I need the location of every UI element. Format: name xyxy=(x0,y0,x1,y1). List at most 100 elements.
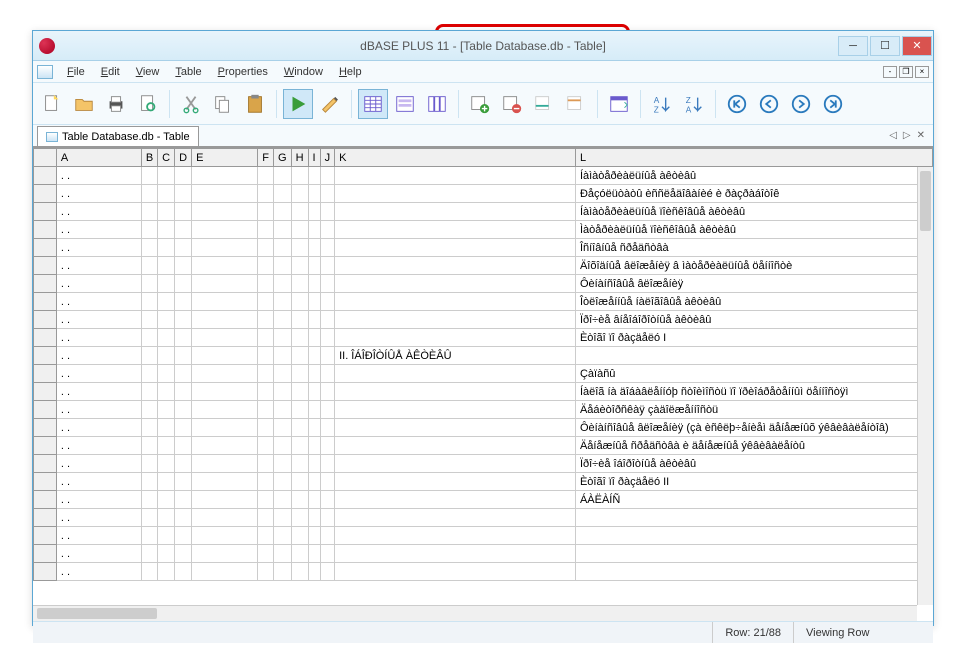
cell[interactable] xyxy=(258,455,274,473)
cell[interactable] xyxy=(258,419,274,437)
table-row[interactable]: . .Ïðî÷èå âíåîáîðîòíûå àêòèâû xyxy=(34,311,933,329)
cell[interactable] xyxy=(158,365,175,383)
row-header[interactable] xyxy=(34,491,57,509)
cell[interactable]: . . xyxy=(56,293,141,311)
form-view-button[interactable] xyxy=(390,89,420,119)
row-header[interactable] xyxy=(34,185,57,203)
cell[interactable] xyxy=(291,509,308,527)
cell[interactable]: Îòëîæåííûå íàëîãîâûå àêòèâû xyxy=(575,293,932,311)
cell[interactable] xyxy=(274,311,292,329)
cell[interactable] xyxy=(308,239,320,257)
cell[interactable] xyxy=(192,293,258,311)
cell[interactable] xyxy=(175,455,192,473)
column-header-g[interactable]: G xyxy=(274,149,292,167)
cell[interactable] xyxy=(175,365,192,383)
cell[interactable] xyxy=(158,455,175,473)
row-header[interactable] xyxy=(34,527,57,545)
cell[interactable] xyxy=(308,329,320,347)
cell[interactable] xyxy=(258,221,274,239)
delete-record-button[interactable] xyxy=(497,89,527,119)
cell[interactable] xyxy=(192,545,258,563)
cell[interactable] xyxy=(320,509,335,527)
cell[interactable] xyxy=(141,167,157,185)
cell[interactable] xyxy=(308,419,320,437)
cell[interactable]: II. ÎÁÎÐÎÒÍÛÅ ÀÊÒÈÂÛ xyxy=(335,347,576,365)
menu-properties[interactable]: Properties xyxy=(210,64,276,80)
table-row[interactable]: . .Îñíîâíûå ñðåäñòâà xyxy=(34,239,933,257)
table-row[interactable]: . . xyxy=(34,527,933,545)
cell[interactable]: Èòîãî ïî ðàçäåëó II xyxy=(575,473,932,491)
cell[interactable] xyxy=(335,383,576,401)
cell[interactable]: . . xyxy=(56,185,141,203)
cell[interactable] xyxy=(274,365,292,383)
nav-first-button[interactable] xyxy=(722,89,752,119)
cell[interactable] xyxy=(291,185,308,203)
cell[interactable] xyxy=(141,311,157,329)
cell[interactable]: . . xyxy=(56,347,141,365)
cell[interactable] xyxy=(320,311,335,329)
row-header[interactable] xyxy=(34,401,57,419)
cell[interactable]: Çàïàñû xyxy=(575,365,932,383)
cell[interactable]: . . xyxy=(56,509,141,527)
menu-file[interactable]: File xyxy=(59,64,93,80)
cell[interactable] xyxy=(335,401,576,419)
sort-asc-button[interactable]: AZ xyxy=(647,89,677,119)
cell[interactable] xyxy=(320,419,335,437)
cell[interactable] xyxy=(335,545,576,563)
cell[interactable] xyxy=(141,221,157,239)
cell[interactable]: . . xyxy=(56,257,141,275)
cell[interactable]: Äåíåæíûå ñðåäñòâà è äåíåæíûå ýêâèâàëåíòû xyxy=(575,437,932,455)
cell[interactable] xyxy=(308,563,320,581)
table-row[interactable]: . .Äîõîäíûå âëîæåíèÿ â ìàòåðèàëüíûå öåíí… xyxy=(34,257,933,275)
cell[interactable] xyxy=(175,329,192,347)
row-header[interactable] xyxy=(34,257,57,275)
print-button[interactable] xyxy=(101,89,131,119)
cell[interactable] xyxy=(291,563,308,581)
cell[interactable] xyxy=(258,203,274,221)
cell[interactable]: . . xyxy=(56,455,141,473)
cell[interactable] xyxy=(335,275,576,293)
cell[interactable] xyxy=(335,203,576,221)
cell[interactable] xyxy=(175,383,192,401)
minimize-button[interactable]: ─ xyxy=(838,36,868,56)
cell[interactable] xyxy=(308,545,320,563)
table-row[interactable]: . . xyxy=(34,545,933,563)
cell[interactable] xyxy=(192,311,258,329)
cell[interactable] xyxy=(258,167,274,185)
cell[interactable] xyxy=(175,257,192,275)
cell[interactable] xyxy=(320,365,335,383)
cell[interactable] xyxy=(141,275,157,293)
table-row[interactable]: . . II. ÎÁÎÐÎÒÍÛÅ ÀÊÒÈÂÛ xyxy=(34,347,933,365)
cell[interactable] xyxy=(335,365,576,383)
cell[interactable] xyxy=(175,167,192,185)
cell[interactable] xyxy=(192,527,258,545)
cell[interactable]: Ôèíàíñîâûå âëîæåíèÿ xyxy=(575,275,932,293)
cell[interactable] xyxy=(158,527,175,545)
cell[interactable] xyxy=(274,221,292,239)
cell[interactable]: . . xyxy=(56,239,141,257)
cell[interactable]: . . xyxy=(56,365,141,383)
cell[interactable] xyxy=(335,257,576,275)
cell[interactable] xyxy=(335,221,576,239)
cell[interactable] xyxy=(175,509,192,527)
cell[interactable] xyxy=(141,455,157,473)
cell[interactable] xyxy=(158,203,175,221)
cell[interactable] xyxy=(192,221,258,239)
menu-window[interactable]: Window xyxy=(276,64,331,80)
cell[interactable] xyxy=(308,383,320,401)
cell[interactable] xyxy=(258,311,274,329)
cell[interactable] xyxy=(274,185,292,203)
cell[interactable] xyxy=(274,437,292,455)
cell[interactable] xyxy=(158,383,175,401)
row-header[interactable] xyxy=(34,329,57,347)
cell[interactable]: Ïðî÷èå âíåîáîðîòíûå àêòèâû xyxy=(575,311,932,329)
close-button[interactable]: ✕ xyxy=(902,36,932,56)
cell[interactable] xyxy=(335,167,576,185)
column-header-i[interactable]: I xyxy=(308,149,320,167)
cell[interactable] xyxy=(258,473,274,491)
table-row[interactable]: . .Äåáèòîðñêàÿ çàäîëæåííîñòü xyxy=(34,401,933,419)
cell[interactable] xyxy=(320,257,335,275)
cell[interactable] xyxy=(575,347,932,365)
row-header[interactable] xyxy=(34,167,57,185)
cell[interactable] xyxy=(320,185,335,203)
